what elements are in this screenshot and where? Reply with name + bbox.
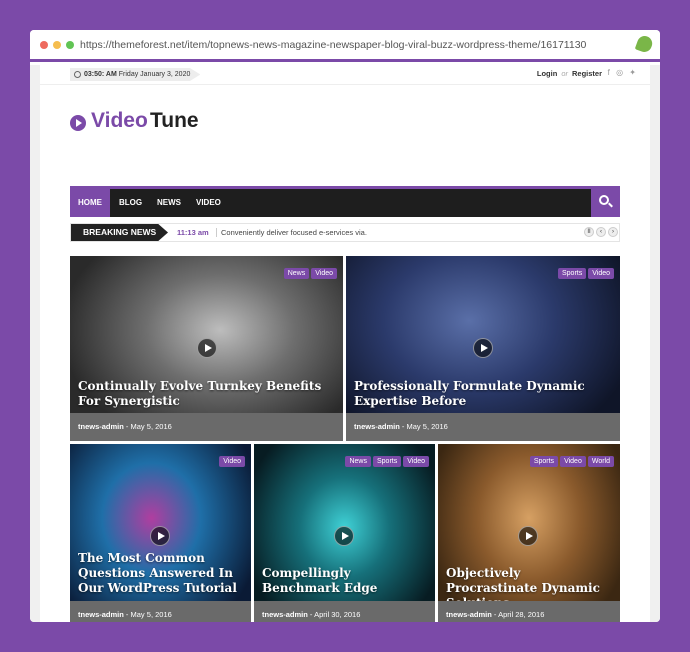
nav-item-video[interactable]: VIDEO — [188, 189, 229, 217]
play-icon[interactable] — [197, 338, 217, 358]
logo-text-primary: Video — [91, 109, 148, 132]
auth-links: Login or Register — [537, 69, 602, 78]
play-icon[interactable] — [334, 526, 354, 546]
post-tags: News Sports Video — [343, 450, 429, 468]
twitter-icon[interactable]: ✦ — [629, 68, 636, 77]
post-meta: tnews-admin - April 28, 2016 — [446, 610, 545, 619]
post-author[interactable]: tnews-admin — [446, 610, 492, 619]
post-author[interactable]: tnews-admin — [262, 610, 308, 619]
post-date: May 5, 2016 — [130, 610, 172, 619]
github-icon[interactable]: ◎ — [616, 68, 623, 77]
tag-world[interactable]: World — [587, 456, 614, 467]
post-date: May 5, 2016 — [130, 422, 172, 431]
post-card[interactable]: News Video Continually Evolve Turnkey Ben… — [70, 256, 343, 441]
close-window-button[interactable] — [40, 41, 48, 49]
tag-sports[interactable]: Sports — [529, 456, 559, 467]
social-links: f ◎ ✦ — [604, 68, 636, 77]
envato-leaf-icon — [634, 33, 655, 55]
chevron-left-icon[interactable]: ‹ — [596, 227, 606, 237]
post-title[interactable]: Professionally Formulate Dynamic Experti… — [354, 379, 612, 409]
website: 03:50: AM Friday January 3, 2020 Login or… — [30, 65, 660, 622]
post-author[interactable]: tnews-admin — [354, 422, 400, 431]
post-author[interactable]: tnews-admin — [78, 610, 124, 619]
address-bar[interactable]: https://themeforest.net/item/topnews-new… — [80, 39, 586, 51]
post-card[interactable]: Sports Video Professionally Formulate Dyn… — [346, 256, 620, 441]
browser-window: https://themeforest.net/item/topnews-new… — [30, 30, 660, 622]
clock-icon — [74, 71, 81, 78]
breaking-news-label: BREAKING NEWS — [71, 224, 168, 241]
breaking-news-time: 11:13 am — [177, 228, 209, 237]
play-icon[interactable] — [150, 526, 170, 546]
post-meta: tnews-admin - May 5, 2016 — [78, 610, 172, 619]
or-text: or — [561, 69, 568, 78]
tag-video[interactable]: Video — [588, 268, 614, 279]
register-link[interactable]: Register — [572, 69, 602, 78]
post-date: April 28, 2016 — [498, 610, 545, 619]
breaking-news-headline[interactable]: Conveniently deliver focused e-services … — [216, 228, 367, 237]
tag-video[interactable]: Video — [403, 456, 429, 467]
post-meta: tnews-admin - May 5, 2016 — [78, 422, 172, 431]
play-icon[interactable] — [473, 338, 493, 358]
nav-item-blog[interactable]: BLOG — [111, 189, 150, 217]
breaking-news-ticker: BREAKING NEWS 11:13 am Conveniently deli… — [70, 223, 620, 242]
current-time: 03:50: AM — [84, 71, 117, 78]
post-title[interactable]: Compellingly Benchmark Edge — [262, 566, 430, 596]
play-icon — [70, 115, 86, 131]
play-icon[interactable] — [518, 526, 538, 546]
tag-video[interactable]: Video — [560, 456, 586, 467]
tag-news[interactable]: News — [345, 456, 371, 467]
current-date: Friday January 3, 2020 — [118, 71, 191, 78]
post-date: May 5, 2016 — [406, 422, 448, 431]
nav-item-home[interactable]: HOME — [70, 189, 110, 217]
post-tags: News Video — [282, 262, 337, 280]
post-title[interactable]: The Most Common Questions Answered In Ou… — [78, 551, 246, 596]
chevron-right-icon[interactable]: › — [608, 227, 618, 237]
tag-video[interactable]: Video — [311, 268, 337, 279]
browser-chrome: https://themeforest.net/item/topnews-new… — [30, 30, 660, 62]
post-card[interactable]: News Sports Video Compellingly Benchmark E… — [254, 444, 435, 622]
top-bar: 03:50: AM Friday January 3, 2020 Login or… — [40, 65, 650, 85]
post-date: April 30, 2016 — [314, 610, 361, 619]
tag-sports[interactable]: Sports — [557, 268, 587, 279]
post-card[interactable]: Sports Video World Objectively Procrastina… — [438, 444, 620, 622]
date-time: 03:50: AM Friday January 3, 2020 — [70, 68, 201, 81]
tag-video[interactable]: Video — [219, 456, 245, 467]
minimize-window-button[interactable] — [53, 41, 61, 49]
tag-news[interactable]: News — [283, 268, 310, 279]
tag-sports[interactable]: Sports — [372, 456, 402, 467]
post-card[interactable]: Video The Most Common Questions Answered… — [70, 444, 251, 622]
post-tags: Video — [217, 450, 245, 468]
login-link[interactable]: Login — [537, 69, 557, 78]
nav-item-news[interactable]: NEWS — [149, 189, 189, 217]
post-tags: Sports Video — [556, 262, 614, 280]
facebook-icon[interactable]: f — [608, 68, 610, 77]
pause-icon[interactable]: II — [584, 227, 594, 237]
post-tags: Sports Video World — [528, 450, 614, 468]
post-title[interactable]: Continually Evolve Turnkey Benefits For … — [78, 379, 333, 409]
post-meta: tnews-admin - May 5, 2016 — [354, 422, 448, 431]
search-button[interactable] — [591, 186, 620, 217]
maximize-window-button[interactable] — [66, 41, 74, 49]
post-author[interactable]: tnews-admin — [78, 422, 124, 431]
main-nav: HOME BLOG NEWS VIDEO — [70, 186, 620, 217]
post-meta: tnews-admin - April 30, 2016 — [262, 610, 361, 619]
logo-text-secondary: Tune — [150, 109, 199, 132]
